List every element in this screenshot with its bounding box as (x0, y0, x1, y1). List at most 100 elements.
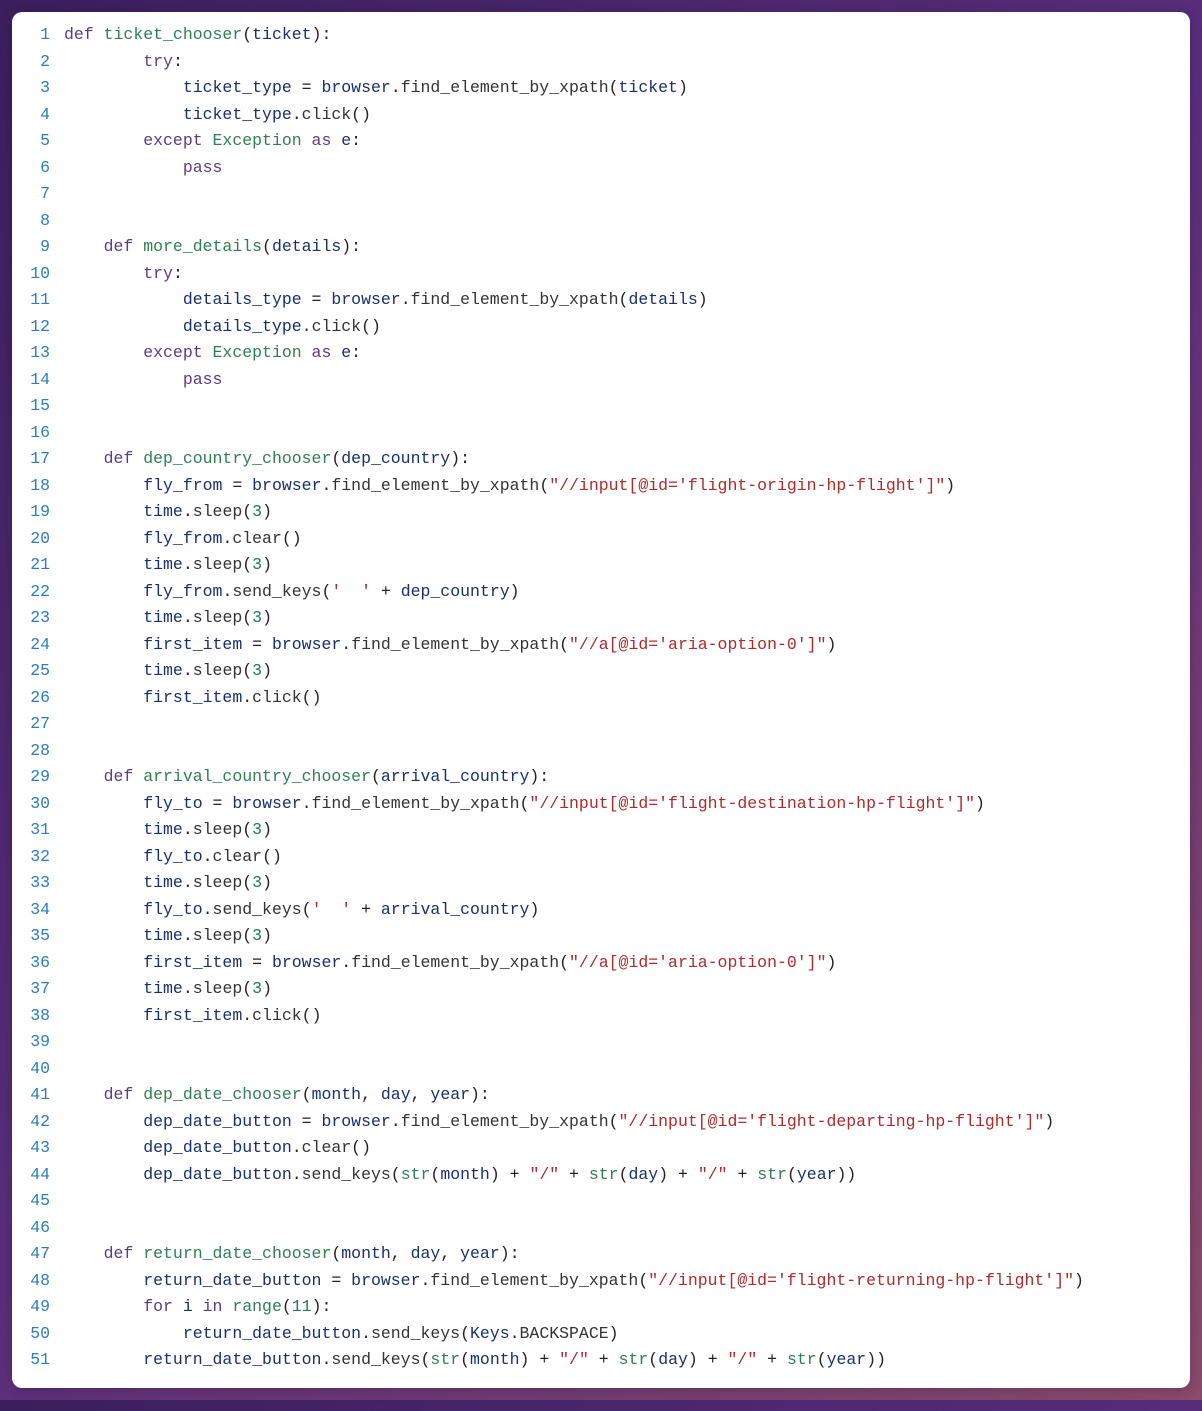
code-line: 42 dep_date_button = browser.find_elemen… (12, 1109, 1190, 1136)
token-punc: ): (312, 1297, 332, 1316)
token-var: fly_to (143, 794, 202, 813)
token-var: time (143, 979, 183, 998)
token-punc: ): (450, 449, 470, 468)
code-content: time.sleep(3) (64, 499, 1190, 526)
code-content (64, 1188, 1190, 1215)
token-punc: ) (529, 900, 539, 919)
token-punc: ) (609, 1324, 619, 1343)
token-punc: . (302, 794, 312, 813)
line-number: 3 (12, 75, 64, 102)
token-punc: ) + (658, 1165, 698, 1184)
token-var: time (143, 661, 183, 680)
token-punc: , (411, 1085, 431, 1104)
page-background: 1def ticket_chooser(ticket):2 try:3 tick… (0, 0, 1202, 1400)
token-punc: ) (975, 794, 985, 813)
code-line: 21 time.sleep(3) (12, 552, 1190, 579)
token-fn: range (232, 1297, 282, 1316)
token-var: e (341, 131, 351, 150)
token-attr: clear (232, 529, 282, 548)
token-num: 3 (252, 661, 262, 680)
line-number: 18 (12, 473, 64, 500)
token-punc: () (302, 688, 322, 707)
line-number: 46 (12, 1215, 64, 1242)
token-attr: find_element_by_xpath (401, 78, 609, 97)
token-punc: = (242, 953, 272, 972)
code-line: 33 time.sleep(3) (12, 870, 1190, 897)
token-punc: ) (1044, 1112, 1054, 1131)
token-punc: ): (312, 25, 332, 44)
code-line: 51 return_date_button.send_keys(str(mont… (12, 1347, 1190, 1374)
token-punc: ( (321, 582, 331, 601)
token-var: ticket (252, 25, 311, 44)
code-block: 1def ticket_chooser(ticket):2 try:3 tick… (12, 22, 1190, 1374)
token-punc: . (321, 476, 331, 495)
token-num: 3 (252, 926, 262, 945)
token-fn: str (619, 1350, 649, 1369)
token-kw: def (104, 767, 144, 786)
code-line: 7 (12, 181, 1190, 208)
token-fn: return_date_chooser (143, 1244, 331, 1263)
code-line: 46 (12, 1215, 1190, 1242)
token-punc: : (351, 343, 361, 362)
code-content: time.sleep(3) (64, 552, 1190, 579)
token-punc: . (302, 317, 312, 336)
line-number: 6 (12, 155, 64, 182)
token-kw: try (143, 264, 173, 283)
token-var: e (341, 343, 351, 362)
token-punc: + (589, 1350, 619, 1369)
token-var: dep_date_button (143, 1165, 292, 1184)
line-number: 22 (12, 579, 64, 606)
line-number: 9 (12, 234, 64, 261)
token-punc: ): (500, 1244, 520, 1263)
token-punc: , (391, 1244, 411, 1263)
token-punc: . (183, 555, 193, 574)
token-attr: sleep (193, 820, 243, 839)
token-punc: ( (430, 1165, 440, 1184)
line-number: 26 (12, 685, 64, 712)
code-line: 24 first_item = browser.find_element_by_… (12, 632, 1190, 659)
token-var: dep_date_button (143, 1138, 292, 1157)
token-punc: = (292, 78, 322, 97)
token-kw: def (104, 1244, 144, 1263)
code-content: details_type.click() (64, 314, 1190, 341)
code-line: 10 try: (12, 261, 1190, 288)
token-attr: click (252, 688, 302, 707)
token-punc: = (242, 635, 272, 654)
token-kw: try (143, 52, 173, 71)
token-fn: dep_country_chooser (143, 449, 331, 468)
code-line: 27 (12, 711, 1190, 738)
code-line: 26 first_item.click() (12, 685, 1190, 712)
token-punc: ) (510, 582, 520, 601)
token-punc: ( (520, 794, 530, 813)
code-line: 37 time.sleep(3) (12, 976, 1190, 1003)
code-content: time.sleep(3) (64, 658, 1190, 685)
token-var: fly_to (143, 847, 202, 866)
token-punc: ( (648, 1350, 658, 1369)
code-content: try: (64, 261, 1190, 288)
token-punc: ( (242, 979, 252, 998)
token-var: details (628, 290, 697, 309)
code-content: fly_from.clear() (64, 526, 1190, 553)
token-attr: find_element_by_xpath (331, 476, 539, 495)
token-punc: ( (609, 1112, 619, 1131)
token-var: browser (321, 78, 390, 97)
token-punc: , (440, 1244, 460, 1263)
token-str: "/" (728, 1350, 758, 1369)
token-kw: def (104, 1085, 144, 1104)
code-content (64, 420, 1190, 447)
code-content (64, 181, 1190, 208)
token-punc: . (510, 1324, 520, 1343)
token-punc: ): (470, 1085, 490, 1104)
line-number: 37 (12, 976, 64, 1003)
code-content: return_date_button.send_keys(str(month) … (64, 1347, 1190, 1374)
token-str: ' ' (331, 582, 371, 601)
token-var: first_item (143, 688, 242, 707)
token-punc: ( (619, 1165, 629, 1184)
token-punc: ( (302, 1085, 312, 1104)
code-content (64, 208, 1190, 235)
code-content: def return_date_chooser(month, day, year… (64, 1241, 1190, 1268)
code-line: 13 except Exception as e: (12, 340, 1190, 367)
token-punc: ( (539, 476, 549, 495)
token-attr: sleep (193, 608, 243, 627)
line-number: 1 (12, 22, 64, 49)
